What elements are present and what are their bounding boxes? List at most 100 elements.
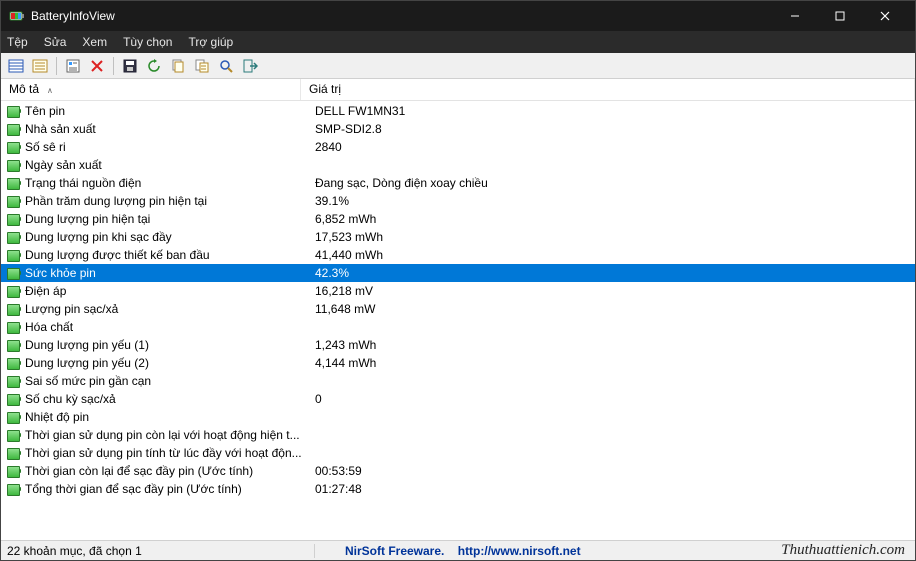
toolbar-separator xyxy=(113,57,114,75)
sort-asc-icon: ∧ xyxy=(47,86,53,95)
titlebar: BatteryInfoView xyxy=(1,1,915,31)
battery-icon xyxy=(7,465,21,477)
row-value: 1,243 mWh xyxy=(311,338,915,352)
column-header-value[interactable]: Giá trị xyxy=(301,79,915,100)
row-value: 16,218 mV xyxy=(311,284,915,298)
battery-icon xyxy=(7,195,21,207)
window-title: BatteryInfoView xyxy=(31,9,115,23)
table-row[interactable]: Thời gian sử dụng pin tính từ lúc đầy vớ… xyxy=(1,444,915,462)
row-description: Số chu kỳ sạc/xả xyxy=(25,392,311,406)
row-description: Phần trăm dung lượng pin hiện tại xyxy=(25,194,311,208)
battery-icon xyxy=(7,339,21,351)
battery-icon xyxy=(7,483,21,495)
table-row[interactable]: Hóa chất xyxy=(1,318,915,336)
row-description: Hóa chất xyxy=(25,320,311,334)
row-description: Dung lượng được thiết kế ban đầu xyxy=(25,248,311,262)
battery-icon xyxy=(7,159,21,171)
row-description: Sai số mức pin gần cạn xyxy=(25,374,311,388)
status-freeware-link[interactable]: NirSoft Freeware. http://www.nirsoft.net xyxy=(315,544,781,558)
menu-view[interactable]: Xem xyxy=(82,35,107,49)
close-button[interactable] xyxy=(862,1,907,31)
table-row[interactable]: Trạng thái nguồn điệnĐang sạc, Dòng điện… xyxy=(1,174,915,192)
row-description: Lượng pin sạc/xả xyxy=(25,302,311,316)
row-description: Số sê ri xyxy=(25,140,311,154)
battery-icon xyxy=(7,393,21,405)
table-row[interactable]: Thời gian sử dụng pin còn lại với hoạt đ… xyxy=(1,426,915,444)
battery-icon xyxy=(7,429,21,441)
status-item-count: 22 khoản mục, đã chọn 1 xyxy=(5,544,315,558)
battery-icon xyxy=(7,357,21,369)
statusbar: 22 khoản mục, đã chọn 1 NirSoft Freeware… xyxy=(1,540,915,560)
save-icon[interactable] xyxy=(119,55,141,77)
menubar: Tệp Sửa Xem Tùy chọn Trợ giúp xyxy=(1,31,915,53)
battery-icon xyxy=(7,123,21,135)
row-description: Tên pin xyxy=(25,104,311,118)
row-value: 2840 xyxy=(311,140,915,154)
table-row[interactable]: Thời gian còn lại để sạc đầy pin (Ước tí… xyxy=(1,462,915,480)
row-value: 41,440 mWh xyxy=(311,248,915,262)
exit-icon[interactable] xyxy=(239,55,261,77)
row-value: 11,648 mW xyxy=(311,302,915,316)
table-row[interactable]: Dung lượng pin hiện tại6,852 mWh xyxy=(1,210,915,228)
table-row[interactable]: Dung lượng pin yếu (2)4,144 mWh xyxy=(1,354,915,372)
battery-icon xyxy=(7,249,21,261)
list-body[interactable]: Tên pinDELL FW1MN31Nhà sản xuấtSMP-SDI2.… xyxy=(1,101,915,540)
table-row[interactable]: Lượng pin sạc/xả11,648 mW xyxy=(1,300,915,318)
row-description: Thời gian sử dụng pin còn lại với hoạt đ… xyxy=(25,428,311,442)
row-description: Điện áp xyxy=(25,284,311,298)
view-list-icon[interactable] xyxy=(5,55,27,77)
toolbar-separator xyxy=(56,57,57,75)
minimize-button[interactable] xyxy=(772,1,817,31)
row-value: 4,144 mWh xyxy=(311,356,915,370)
table-row[interactable]: Sức khỏe pin42.3% xyxy=(1,264,915,282)
column-header-description[interactable]: Mô tả∧ xyxy=(1,79,301,100)
menu-edit[interactable]: Sửa xyxy=(44,35,67,49)
app-icon xyxy=(9,8,25,24)
table-row[interactable]: Phần trăm dung lượng pin hiện tại39.1% xyxy=(1,192,915,210)
menu-options[interactable]: Tùy chọn xyxy=(123,35,172,49)
table-row[interactable]: Tổng thời gian để sạc đầy pin (Ước tính)… xyxy=(1,480,915,498)
row-description: Dung lượng pin hiện tại xyxy=(25,212,311,226)
battery-icon xyxy=(7,447,21,459)
toolbar xyxy=(1,53,915,79)
row-value: 01:27:48 xyxy=(311,482,915,496)
table-row[interactable]: Nhiệt độ pin xyxy=(1,408,915,426)
row-description: Nhà sản xuất xyxy=(25,122,311,136)
refresh-icon[interactable] xyxy=(143,55,165,77)
row-value: SMP-SDI2.8 xyxy=(311,122,915,136)
row-description: Dung lượng pin yếu (1) xyxy=(25,338,311,352)
row-description: Trạng thái nguồn điện xyxy=(25,176,311,190)
copy-selected-icon[interactable] xyxy=(191,55,213,77)
table-row[interactable]: Số sê ri 2840 xyxy=(1,138,915,156)
table-row[interactable]: Dung lượng được thiết kế ban đầu41,440 m… xyxy=(1,246,915,264)
row-value: 17,523 mWh xyxy=(311,230,915,244)
table-row[interactable]: Tên pinDELL FW1MN31 xyxy=(1,102,915,120)
row-description: Dung lượng pin khi sạc đầy xyxy=(25,230,311,244)
table-row[interactable]: Nhà sản xuấtSMP-SDI2.8 xyxy=(1,120,915,138)
row-value: 6,852 mWh xyxy=(311,212,915,226)
row-value: 39.1% xyxy=(311,194,915,208)
table-row[interactable]: Điện áp16,218 mV xyxy=(1,282,915,300)
table-row[interactable]: Dung lượng pin khi sạc đầy17,523 mWh xyxy=(1,228,915,246)
row-value: 42.3% xyxy=(311,266,915,280)
row-value: 0 xyxy=(311,392,915,406)
row-value: Đang sạc, Dòng điện xoay chiều xyxy=(311,176,915,190)
table-row[interactable]: Số chu kỳ sạc/xả0 xyxy=(1,390,915,408)
copy-icon[interactable] xyxy=(167,55,189,77)
view-details-icon[interactable] xyxy=(29,55,51,77)
maximize-button[interactable] xyxy=(817,1,862,31)
menu-file[interactable]: Tệp xyxy=(7,35,28,49)
menu-help[interactable]: Trợ giúp xyxy=(188,35,233,49)
row-description: Tổng thời gian để sạc đầy pin (Ước tính) xyxy=(25,482,311,496)
row-description: Nhiệt độ pin xyxy=(25,410,311,424)
battery-icon xyxy=(7,177,21,189)
row-description: Ngày sản xuất xyxy=(25,158,311,172)
table-row[interactable]: Sai số mức pin gần cạn xyxy=(1,372,915,390)
properties-icon[interactable] xyxy=(62,55,84,77)
battery-icon xyxy=(7,267,21,279)
table-row[interactable]: Dung lượng pin yếu (1)1,243 mWh xyxy=(1,336,915,354)
battery-icon xyxy=(7,321,21,333)
table-row[interactable]: Ngày sản xuất xyxy=(1,156,915,174)
delete-icon[interactable] xyxy=(86,55,108,77)
find-icon[interactable] xyxy=(215,55,237,77)
